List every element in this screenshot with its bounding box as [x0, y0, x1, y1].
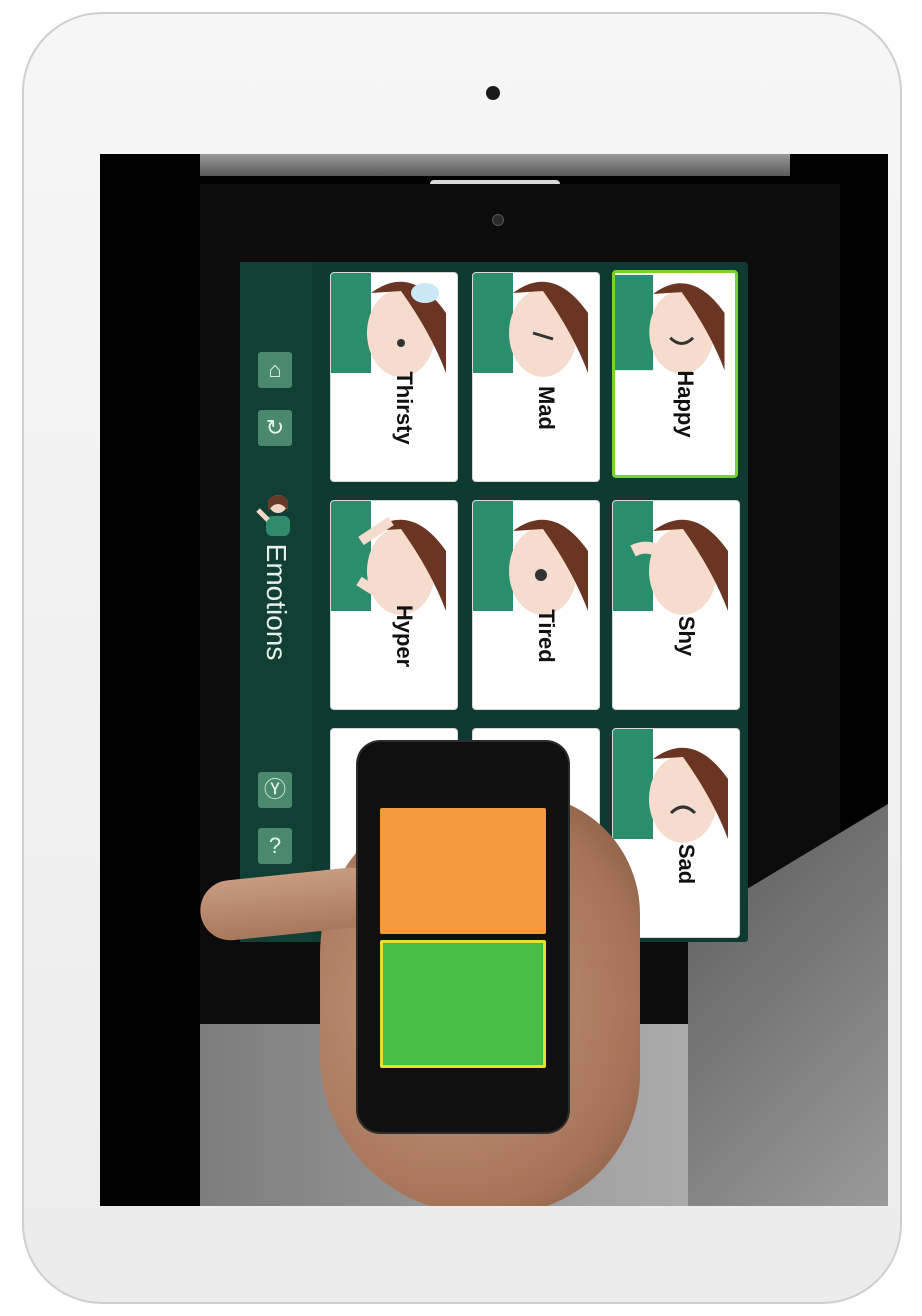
- card-label: Hyper: [392, 605, 418, 668]
- category-avatar-icon: [256, 495, 290, 536]
- tablet-frame: ⌂ ↻ Emotions Ⓨ ? Thirsty Mad Happy Hyper…: [22, 12, 902, 1304]
- photo-background: [200, 154, 790, 176]
- card-happy[interactable]: Happy: [612, 270, 738, 478]
- card-label: Shy: [674, 616, 700, 657]
- green-switch-button[interactable]: [380, 940, 546, 1068]
- home-icon[interactable]: ⌂: [258, 352, 292, 388]
- card-shy[interactable]: Shy: [612, 500, 740, 710]
- help-icon[interactable]: ?: [258, 828, 292, 864]
- tired-face-icon: [473, 501, 588, 615]
- card-label: Thirsty: [392, 371, 418, 445]
- card-tired[interactable]: Tired: [472, 500, 600, 710]
- tablet-screen: ⌂ ↻ Emotions Ⓨ ? Thirsty Mad Happy Hyper…: [100, 154, 888, 1206]
- category-title: Emotions: [261, 543, 292, 661]
- card-label: Happy: [672, 370, 698, 438]
- card-hyper[interactable]: Hyper: [330, 500, 458, 710]
- tool-icon[interactable]: Ⓨ: [258, 772, 292, 808]
- photo-device-camera: [492, 214, 504, 226]
- card-label: Mad: [534, 386, 560, 431]
- orange-switch-button[interactable]: [380, 808, 546, 934]
- card-thirsty[interactable]: Thirsty: [330, 272, 458, 482]
- card-label: Tired: [534, 609, 560, 663]
- switch-phone: [358, 742, 568, 1132]
- front-camera: [486, 86, 500, 100]
- card-mad[interactable]: Mad: [472, 272, 600, 482]
- mad-face-icon: [473, 273, 588, 377]
- card-label: Sad: [674, 844, 700, 885]
- navigation-bar: ⌂ ↻ Emotions Ⓨ ?: [240, 262, 312, 942]
- shy-face-icon: [613, 501, 728, 615]
- back-icon[interactable]: ↻: [258, 410, 292, 446]
